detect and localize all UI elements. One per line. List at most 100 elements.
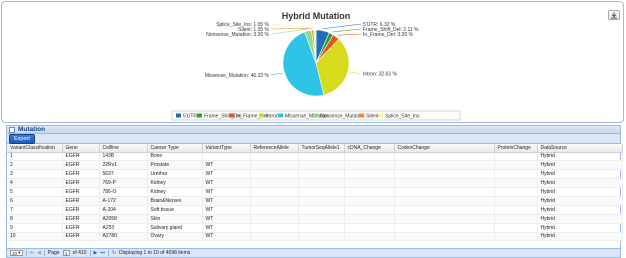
legend-swatch xyxy=(313,113,318,118)
table-cell xyxy=(298,232,345,242)
table-cell xyxy=(394,214,495,224)
table-row[interactable]: 8 EGFR A2058 Skin WT Hybrid xyxy=(7,214,623,224)
legend-item[interactable]: Frame_Shift_Del xyxy=(197,113,242,120)
table-cell: 5637 xyxy=(99,169,148,180)
legend-item[interactable]: Nonsense_Mutation xyxy=(313,113,365,120)
table-cell: Kidney xyxy=(147,178,203,189)
grid-toolbar: Export xyxy=(7,133,620,144)
column-header[interactable]: Cellline xyxy=(99,144,148,153)
column-header[interactable]: ReferenceAllele xyxy=(250,144,299,153)
table-cell: Salivary gland xyxy=(147,223,203,233)
table-cell: Prostate xyxy=(147,160,203,171)
table-cell: Hybrid xyxy=(537,196,623,206)
download-chart-icon[interactable] xyxy=(608,10,620,20)
prev-page-icon[interactable]: ◀ xyxy=(37,250,41,256)
separator xyxy=(107,250,109,256)
table-cell: Hybrid xyxy=(537,205,623,215)
table-row[interactable]: 7 EGFR A-204 Soft tissue WT Hybrid xyxy=(7,205,623,215)
first-page-icon[interactable]: ⏮ xyxy=(30,250,35,256)
table-cell xyxy=(394,152,495,162)
table-cell: 22Rv1 xyxy=(99,160,148,171)
last-page-icon[interactable]: ⏭ xyxy=(100,250,105,256)
table-cell xyxy=(344,214,395,224)
column-header[interactable]: TumorSeqAllele1 xyxy=(298,144,345,153)
table-cell: WT xyxy=(202,205,251,215)
table-cell: WT xyxy=(202,232,251,242)
table-cell: 786-O xyxy=(99,187,148,197)
legend-item[interactable]: Splice_Site_Ins xyxy=(378,113,420,120)
chart-title: Hybrid Mutation xyxy=(282,11,351,21)
export-button[interactable]: Export xyxy=(9,133,35,144)
next-page-icon[interactable]: ▶ xyxy=(94,250,98,256)
table-cell: 143B xyxy=(99,152,148,162)
table-cell xyxy=(344,160,395,171)
table-cell: Hybrid xyxy=(537,169,623,180)
table-cell xyxy=(250,178,299,189)
collapse-icon[interactable] xyxy=(9,126,15,133)
table-row[interactable]: 6 EGFR A-172 Brain&Nerves WT Hybrid xyxy=(7,196,623,206)
table-cell: EGFR xyxy=(62,152,100,162)
table-cell xyxy=(344,178,395,189)
table-row[interactable]: 3 EGFR 5637 Urethra WT Hybrid xyxy=(7,169,623,180)
table-cell xyxy=(494,187,538,197)
column-header[interactable]: Gene xyxy=(62,144,100,153)
table-cell xyxy=(298,160,345,171)
table-cell xyxy=(494,169,538,180)
column-header[interactable]: DataSource xyxy=(537,144,623,153)
pagination-bar: 10 ▾ ⏮ ◀ Page 1 of 410 ▶ ⏭ ↻ Displaying … xyxy=(7,248,620,257)
column-header[interactable]: VariantType xyxy=(202,144,251,153)
legend-swatch xyxy=(278,113,283,118)
table-cell: 1 xyxy=(7,152,63,162)
legend-label: Nonsense_Mutation xyxy=(320,114,365,120)
mutation-table: VariantClassification Gene Cellline Cancer … xyxy=(7,144,623,242)
table-row[interactable]: 2 EGFR 22Rv1 Prostate WT Hybrid xyxy=(7,160,623,171)
table-cell xyxy=(494,196,538,206)
legend-label: 5'UTR xyxy=(183,114,197,120)
column-header[interactable]: VariantClassification xyxy=(7,144,63,153)
table-cell: 7 xyxy=(7,205,63,215)
column-header[interactable]: cDNA_Change xyxy=(344,144,395,153)
table-row[interactable]: 1 EGFR 143B Bone Hybrid xyxy=(7,152,623,162)
table-cell: Hybrid xyxy=(537,187,623,197)
table-cell xyxy=(494,214,538,224)
legend-swatch xyxy=(229,113,234,118)
table-cell xyxy=(394,169,495,180)
page-count-label: of 410 xyxy=(72,250,87,256)
page-number-input[interactable]: 1 xyxy=(62,250,70,256)
table-cell: 10 xyxy=(7,232,63,242)
refresh-icon[interactable]: ↻ xyxy=(112,250,116,256)
table-cell xyxy=(250,232,299,242)
page-size-value: 10 xyxy=(12,250,18,256)
table-row[interactable]: 9 EGFR A253 Salivary gland WT Hybrid xyxy=(7,223,623,233)
table-cell: Hybrid xyxy=(537,232,623,242)
table-cell xyxy=(394,160,495,171)
table-cell: A-172 xyxy=(99,196,148,206)
table-cell: EGFR xyxy=(62,187,100,197)
table-row[interactable]: 5 EGFR 786-O Kidney WT Hybrid xyxy=(7,187,623,197)
table-cell xyxy=(394,205,495,215)
table-cell xyxy=(250,205,299,215)
column-header[interactable]: Cancer Type xyxy=(147,144,203,153)
table-cell: 769-P xyxy=(99,178,148,189)
table-cell: Hybrid xyxy=(537,152,623,162)
table-cell xyxy=(298,178,345,189)
table-cell: Skin xyxy=(147,214,203,224)
column-header[interactable]: CodonChange xyxy=(394,144,495,153)
table-row[interactable]: 10 EGFR A2780 Ovary WT Hybrid xyxy=(7,232,623,242)
table-cell: EGFR xyxy=(62,160,100,171)
table-cell xyxy=(298,196,345,206)
table-cell: Kidney xyxy=(147,187,203,197)
table-cell: 8 xyxy=(7,214,63,224)
table-cell: 4 xyxy=(7,178,63,189)
page-size-select[interactable]: 10 ▾ xyxy=(10,250,23,256)
table-cell: Hybrid xyxy=(537,178,623,189)
column-header[interactable]: ProteinChange xyxy=(494,144,538,153)
table-cell xyxy=(298,169,345,180)
slice-label: Intron: 32.63 % xyxy=(363,71,397,77)
table-row[interactable]: 4 EGFR 769-P Kidney WT Hybrid xyxy=(7,178,623,189)
table-cell xyxy=(298,187,345,197)
table-cell xyxy=(202,152,251,162)
slice-connector xyxy=(323,23,362,30)
legend-label: Intron xyxy=(266,114,279,120)
panel-title: Mutation xyxy=(18,126,46,133)
